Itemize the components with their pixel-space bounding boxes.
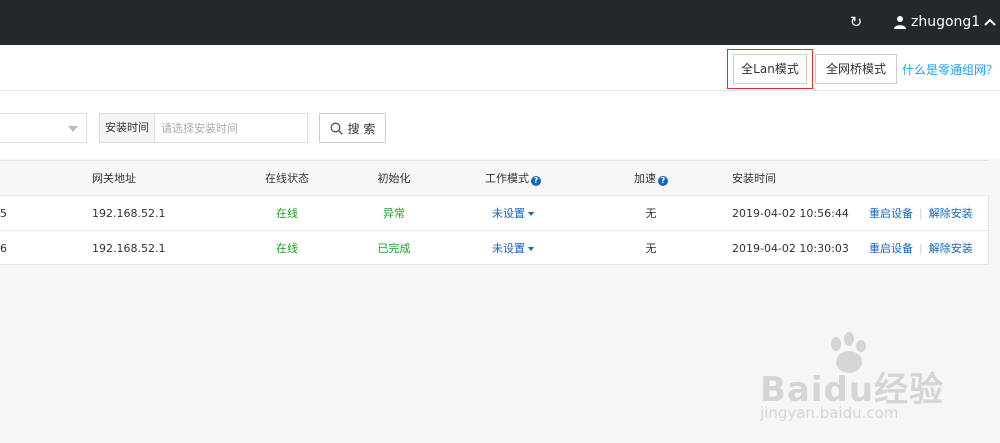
username: zhugong1: [911, 14, 981, 30]
table-header: 网关地址 在线状态 初始化 工作模式? 加速? 安装时间: [0, 161, 989, 196]
help-icon[interactable]: ?: [658, 176, 668, 186]
baidu-watermark: Baidu经验 jingyan.baidu.com: [760, 330, 990, 430]
online-status: 在线: [276, 207, 298, 220]
install-time: 2019-04-02 10:56:44: [732, 207, 849, 220]
row-index: 5: [0, 207, 7, 220]
install-time-label: 安装时间: [100, 114, 155, 142]
header-status: 在线状态: [265, 172, 309, 185]
gateway-address: 192.168.52.1: [92, 242, 166, 255]
divider: |: [919, 207, 923, 220]
work-mode-dropdown[interactable]: 未设置: [484, 196, 542, 231]
install-time-filter: 安装时间: [99, 113, 308, 143]
header-work-mode: 工作模式?: [484, 161, 542, 196]
help-icon[interactable]: ?: [531, 176, 541, 186]
install-time-input[interactable]: [155, 114, 307, 142]
work-mode-value: 未设置: [492, 242, 525, 255]
user-icon: [894, 16, 906, 29]
top-bar: ↻ zhugong1: [0, 0, 1000, 45]
init-status: 异常: [383, 207, 405, 220]
header-install-time: 安装时间: [732, 172, 776, 185]
work-mode-dropdown[interactable]: 未设置: [484, 231, 542, 266]
accel-value: 无: [645, 242, 657, 255]
restart-device-link[interactable]: 重启设备: [869, 207, 913, 220]
paw-logo-icon: [831, 332, 866, 373]
search-button[interactable]: 搜 索: [319, 113, 386, 143]
install-time: 2019-04-02 10:30:03: [732, 242, 849, 255]
uninstall-link[interactable]: 解除安装: [929, 242, 973, 255]
restart-device-link[interactable]: 重启设备: [869, 242, 913, 255]
search-label: 搜 索: [347, 121, 376, 136]
header-accel: 加速?: [632, 161, 670, 196]
divider: |: [919, 242, 923, 255]
lan-mode-button[interactable]: 全Lan模式: [733, 54, 807, 84]
header-gateway: 网关地址: [92, 172, 136, 185]
refresh-icon[interactable]: ↻: [846, 12, 866, 32]
filter-bar: 安装时间 搜 索: [0, 91, 1000, 159]
row-index: 6: [0, 242, 7, 255]
init-status: 已完成: [377, 242, 411, 255]
user-menu[interactable]: zhugong1: [893, 11, 996, 33]
watermark-brand: Baidu经验: [760, 370, 945, 410]
header-work-mode-label: 工作模式: [485, 172, 529, 185]
caret-down-icon: [528, 212, 534, 216]
row-actions: 重启设备 | 解除安装: [869, 196, 973, 231]
uninstall-link[interactable]: 解除安装: [929, 207, 973, 220]
bridge-mode-button[interactable]: 全网桥模式: [815, 54, 897, 84]
search-icon: [330, 122, 343, 135]
table-row: 6 192.168.52.1 在线 已完成 未设置 无 2019-04-02 1…: [0, 231, 989, 266]
online-status: 在线: [276, 242, 298, 255]
gateway-address: 192.168.52.1: [92, 207, 166, 220]
row-actions: 重启设备 | 解除安装: [869, 231, 973, 266]
caret-down-icon: [528, 247, 534, 251]
caret-down-icon: [68, 126, 78, 132]
mode-bar: 全Lan模式 全网桥模式 什么是零通组网？: [0, 45, 1000, 91]
accel-value: 无: [645, 207, 657, 220]
header-init: 初始化: [377, 172, 411, 185]
work-mode-value: 未设置: [492, 207, 525, 220]
table-row: 5 192.168.52.1 在线 异常 未设置 无 2019-04-02 10…: [0, 196, 989, 231]
filter-select[interactable]: [0, 113, 87, 143]
watermark-url: jingyan.baidu.com: [760, 404, 899, 422]
header-accel-label: 加速: [634, 172, 656, 185]
device-table: 网关地址 在线状态 初始化 工作模式? 加速? 安装时间 5 192.168.5…: [0, 160, 989, 265]
chevron-up-icon: [984, 18, 996, 26]
help-link[interactable]: 什么是零通组网？: [902, 61, 998, 78]
